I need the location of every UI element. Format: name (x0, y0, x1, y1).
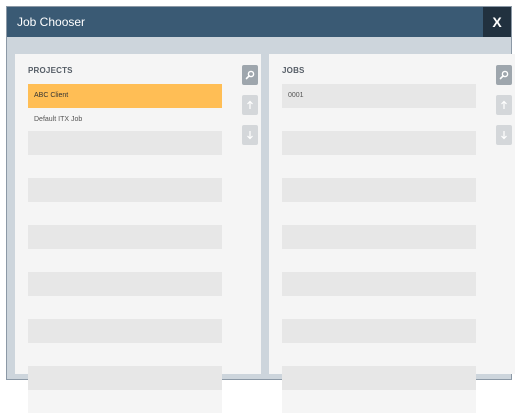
list-item[interactable] (282, 343, 476, 367)
jobs-list: 0001 (282, 84, 476, 413)
list-item[interactable] (282, 202, 476, 226)
list-item[interactable] (282, 390, 476, 413)
arrow-up-icon (500, 100, 508, 110)
jobs-side-buttons (496, 65, 512, 155)
projects-heading: PROJECTS (28, 66, 73, 75)
jobs-search-button[interactable] (496, 65, 512, 85)
list-item[interactable] (28, 131, 222, 155)
jobs-heading: JOBS (282, 66, 305, 75)
list-item[interactable] (282, 131, 476, 155)
projects-move-down-button[interactable] (242, 125, 258, 145)
arrow-up-icon (246, 100, 254, 110)
list-item[interactable] (282, 296, 476, 320)
title-bar: Job Chooser X (7, 7, 511, 37)
list-item[interactable] (28, 390, 222, 413)
dialog-title: Job Chooser (17, 15, 85, 29)
list-item[interactable] (28, 155, 222, 179)
search-icon (245, 70, 255, 80)
list-item[interactable] (28, 366, 222, 390)
job-chooser-dialog: Job Chooser X PROJECTS ABC ClientDefault… (6, 6, 512, 380)
list-item[interactable] (282, 366, 476, 390)
list-item[interactable] (28, 272, 222, 296)
list-item[interactable] (282, 155, 476, 179)
projects-panel: PROJECTS ABC ClientDefault ITX Job (15, 54, 261, 374)
jobs-panel: JOBS 0001 (269, 54, 515, 374)
arrow-down-icon (500, 130, 508, 140)
search-icon (499, 70, 509, 80)
list-item[interactable] (282, 108, 476, 132)
projects-search-button[interactable] (242, 65, 258, 85)
projects-move-up-button[interactable] (242, 95, 258, 115)
list-item[interactable]: Default ITX Job (28, 108, 222, 132)
list-item[interactable] (282, 319, 476, 343)
list-item[interactable] (28, 249, 222, 273)
list-item[interactable] (282, 249, 476, 273)
list-item[interactable] (282, 272, 476, 296)
jobs-move-up-button[interactable] (496, 95, 512, 115)
list-item[interactable] (28, 225, 222, 249)
list-item[interactable]: ABC Client (28, 84, 222, 108)
list-item[interactable] (282, 178, 476, 202)
list-item[interactable] (282, 225, 476, 249)
projects-side-buttons (242, 65, 258, 155)
arrow-down-icon (246, 130, 254, 140)
list-item[interactable] (28, 343, 222, 367)
list-item[interactable] (28, 202, 222, 226)
close-button[interactable]: X (483, 7, 511, 37)
list-item[interactable] (28, 319, 222, 343)
jobs-move-down-button[interactable] (496, 125, 512, 145)
list-item[interactable] (28, 178, 222, 202)
list-item[interactable]: 0001 (282, 84, 476, 108)
projects-list: ABC ClientDefault ITX Job (28, 84, 222, 413)
list-item[interactable] (28, 296, 222, 320)
